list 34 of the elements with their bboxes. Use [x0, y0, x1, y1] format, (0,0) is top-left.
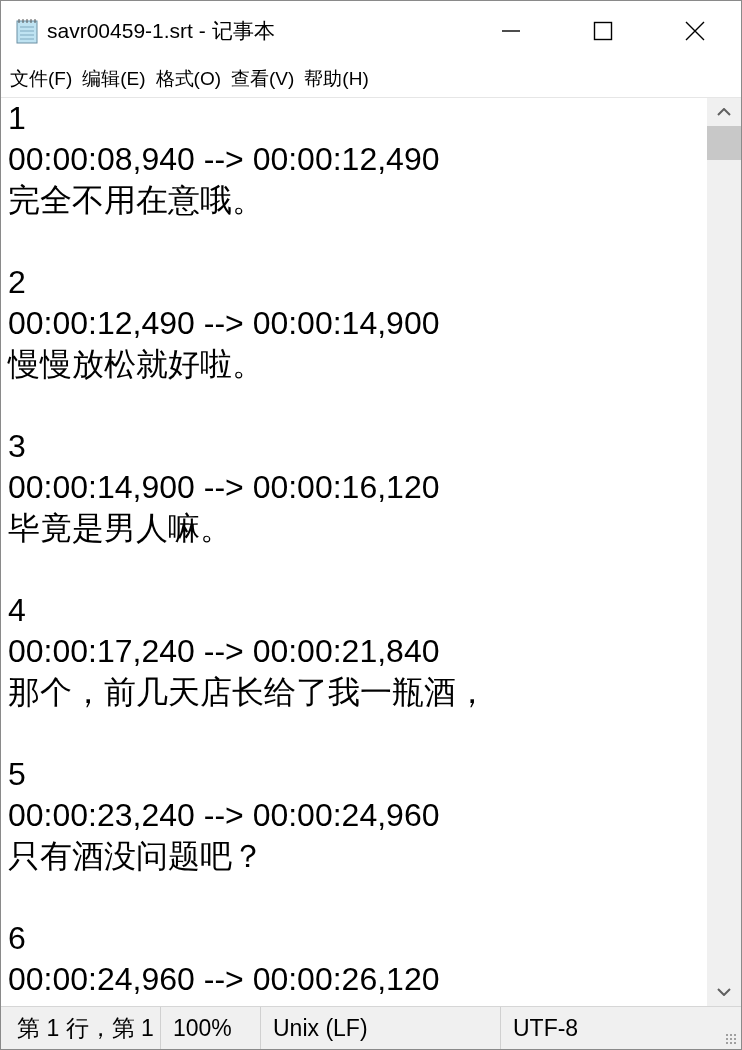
status-text: UTF-8	[513, 1014, 579, 1042]
menu-item[interactable]: 编辑(E)	[77, 66, 151, 92]
subtitle-timing: 00:00:24,960 --> 00:00:26,120	[8, 960, 441, 999]
subtitle-index: 2	[8, 263, 27, 302]
status-text: 第 1 行，第 1	[17, 1013, 154, 1043]
scrollbar-thumb[interactable]	[707, 126, 741, 160]
notepad-icon	[15, 18, 39, 44]
menu-item[interactable]: 帮助(H)	[299, 66, 374, 92]
menu-item[interactable]: 文件(F)	[5, 66, 78, 92]
scroll-up-icon[interactable]	[717, 108, 731, 116]
menu-item[interactable]: 查看(V)	[226, 66, 300, 92]
subtitle-text: 毕竟是男人嘛。	[8, 509, 233, 548]
subtitle-timing: 00:00:12,490 --> 00:00:14,900	[8, 304, 441, 343]
subtitle-index: 6	[8, 919, 27, 958]
maximize-icon[interactable]	[593, 21, 613, 41]
scroll-down-icon[interactable]	[717, 988, 731, 996]
subtitle-text: 慢慢放松就好啦。	[8, 345, 265, 384]
subtitle-text: 完全不用在意哦。	[8, 181, 265, 220]
status-text: 100%	[173, 1014, 232, 1042]
subtitle-text: 只有酒没问题吧？	[8, 837, 265, 876]
window-title: savr00459-1.srt - 记事本	[47, 18, 275, 44]
subtitle-index: 4	[8, 591, 27, 630]
subtitle-index: 3	[8, 427, 27, 466]
status-text: Unix (LF)	[273, 1014, 368, 1042]
subtitle-index: 5	[8, 755, 27, 794]
close-icon[interactable]	[685, 21, 705, 41]
subtitle-index: 1	[8, 99, 27, 138]
resize-grip[interactable]	[725, 1033, 737, 1045]
menu-item[interactable]: 格式(O)	[150, 66, 227, 92]
subtitle-timing: 00:00:17,240 --> 00:00:21,840	[8, 632, 441, 671]
subtitle-text: 那个，前几天店长给了我一瓶酒，	[8, 673, 489, 712]
subtitle-timing: 00:00:23,240 --> 00:00:24,960	[8, 796, 441, 835]
subtitle-timing: 00:00:08,940 --> 00:00:12,490	[8, 140, 441, 179]
subtitle-timing: 00:00:14,900 --> 00:00:16,120	[8, 468, 441, 507]
